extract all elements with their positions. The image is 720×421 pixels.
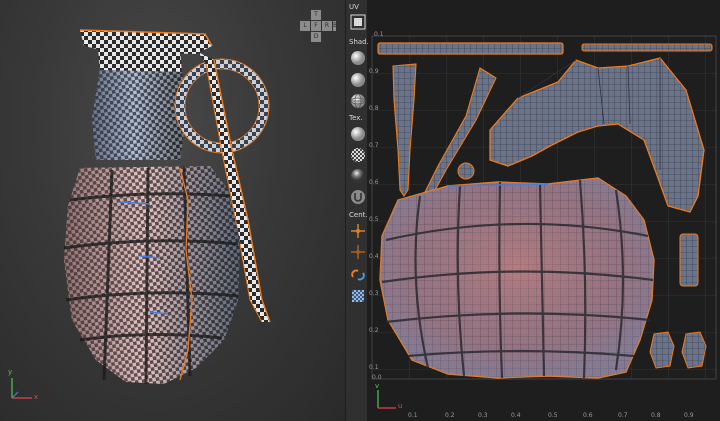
uv-left-tick: 0.8 bbox=[369, 105, 379, 112]
uv-bottom-tick: 0.2 bbox=[445, 412, 455, 419]
uv-shell-small-circle[interactable] bbox=[457, 162, 475, 180]
axis-y-label: y bbox=[8, 368, 13, 376]
texture-checker-button[interactable] bbox=[349, 146, 366, 163]
uv-label: UV bbox=[349, 3, 359, 11]
uv-bottom-tick: 0.4 bbox=[511, 412, 521, 419]
uv-frame-button[interactable] bbox=[349, 13, 366, 30]
texture-none-button[interactable] bbox=[349, 125, 366, 142]
shading-flat-button[interactable] bbox=[349, 71, 366, 88]
sphere-icon bbox=[350, 126, 365, 141]
uv-shell-small-rect[interactable] bbox=[679, 233, 699, 287]
uv-editor-viewport[interactable]: 0.1 0.9 0.8 0.7 0.6 0.5 0.4 0.3 0.2 0.1 … bbox=[368, 0, 720, 421]
shading-label: Shad. bbox=[349, 38, 369, 46]
uv-left-tick: 0.2 bbox=[369, 327, 379, 334]
checker-texture-button[interactable] bbox=[349, 287, 366, 304]
viewport-3d[interactable]: T L F R B D y x bbox=[0, 0, 345, 421]
uv-left-tick: 0.3 bbox=[369, 290, 379, 297]
uv-bottom-tick: 0.8 bbox=[651, 412, 661, 419]
uv-layout[interactable] bbox=[368, 0, 720, 421]
uv-bottom-tick: 0.3 bbox=[478, 412, 488, 419]
axis-arrows-icon bbox=[11, 378, 32, 399]
move-gizmo-icon bbox=[350, 244, 365, 259]
uv-bottom-tick: 0.9 bbox=[684, 412, 694, 419]
link-icon bbox=[350, 269, 365, 280]
uv-bottom-tick: 0.6 bbox=[583, 412, 593, 419]
uv-corner-label: 0.1 bbox=[374, 31, 384, 38]
nav-cube-top[interactable]: T bbox=[311, 10, 321, 20]
axis-x-label: x bbox=[34, 393, 39, 401]
checker-sphere-icon bbox=[350, 147, 365, 162]
grenade-model[interactable] bbox=[0, 0, 345, 421]
uv-left-tick: 0.1 bbox=[369, 364, 379, 371]
sphere-icon bbox=[350, 50, 365, 65]
uv-left-tick: 0.7 bbox=[369, 142, 379, 149]
uv-axis-v-label: v bbox=[375, 382, 380, 390]
uv-left-tick: 0.4 bbox=[369, 253, 379, 260]
texture-label: Tex. bbox=[349, 114, 363, 122]
uv-left-tick: 0.0 bbox=[372, 374, 382, 381]
move-gizmo-icon bbox=[350, 223, 365, 238]
texture-matcap-button[interactable] bbox=[349, 167, 366, 184]
uv-bottom-tick: 0.1 bbox=[408, 412, 418, 419]
center-label: Cent. bbox=[349, 211, 368, 219]
sphere-icon bbox=[350, 72, 365, 87]
center-selection-button[interactable] bbox=[349, 243, 366, 260]
shading-smooth-button[interactable] bbox=[349, 49, 366, 66]
nav-cube-right[interactable]: R bbox=[322, 21, 332, 31]
axis-gizmo-3d: y x bbox=[6, 368, 46, 406]
snap-button[interactable] bbox=[349, 188, 366, 205]
uv-axis-u-label: u bbox=[398, 402, 403, 410]
magnet-icon bbox=[350, 189, 365, 204]
nav-cube-left[interactable]: L bbox=[300, 21, 310, 31]
shading-wire-button[interactable] bbox=[349, 92, 366, 109]
uv-shell-strip-1[interactable] bbox=[377, 42, 564, 55]
uv-frame-icon bbox=[350, 14, 365, 29]
uv-toolbar: UV Shad. Tex. Cent. bbox=[345, 0, 369, 421]
uv-left-tick: 0.6 bbox=[369, 179, 379, 186]
uv-shell-strip-2[interactable] bbox=[581, 43, 713, 52]
uv-shell-small-hex-2[interactable] bbox=[681, 331, 707, 369]
checker-texture-icon bbox=[351, 289, 364, 302]
nav-cube-back[interactable]: B bbox=[333, 21, 337, 31]
uv-bottom-tick: 0.7 bbox=[618, 412, 628, 419]
uv-bottom-tick: 0.5 bbox=[548, 412, 558, 419]
chrome-sphere-icon bbox=[350, 168, 365, 183]
nav-cube[interactable]: T L F R B D bbox=[296, 10, 337, 44]
nav-cube-front[interactable]: F bbox=[311, 21, 321, 31]
uv-left-tick: 0.5 bbox=[369, 216, 379, 223]
nav-cube-bottom[interactable]: D bbox=[311, 32, 321, 42]
wire-sphere-icon bbox=[350, 93, 365, 108]
uv-left-tick: 0.9 bbox=[369, 68, 379, 75]
center-pivot-button[interactable] bbox=[349, 222, 366, 239]
link-button[interactable] bbox=[349, 266, 366, 283]
uv-shell-small-hex-1[interactable] bbox=[649, 331, 675, 369]
